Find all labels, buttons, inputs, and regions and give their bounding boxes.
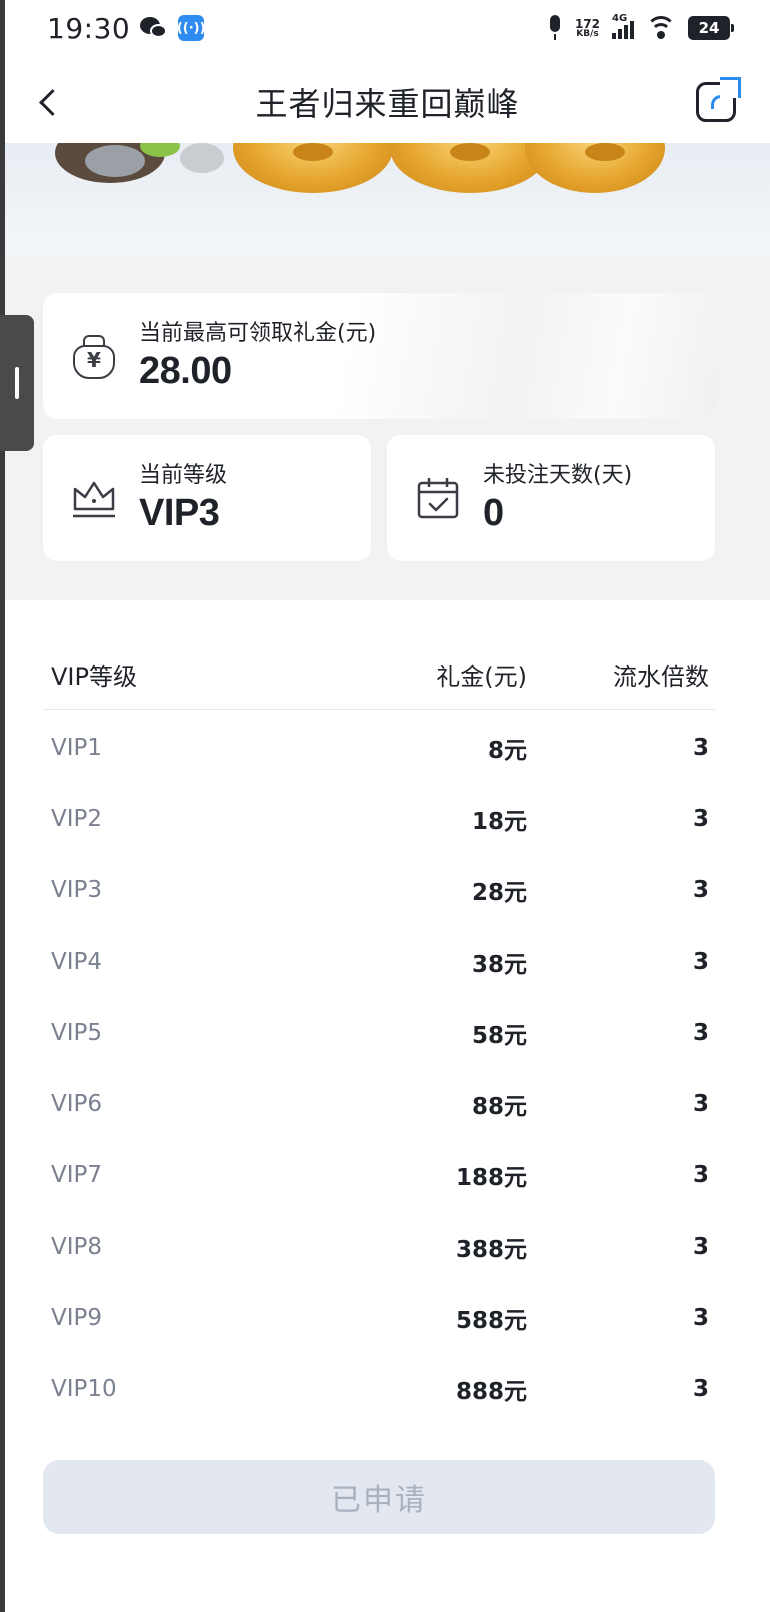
table-row: VIP2 18元 3 xyxy=(43,783,715,854)
gift-amount-cell: 388元 xyxy=(455,1236,527,1263)
cellular-signal-icon: 4G xyxy=(612,13,634,39)
inactive-days-value: 0 xyxy=(483,492,504,534)
vip-level-cell: VIP3 xyxy=(51,877,103,904)
banner-decoration xyxy=(85,145,145,177)
network-type: 4G xyxy=(612,13,628,24)
max-gift-info: 当前最高可领取礼金(元) 28.00 xyxy=(139,319,376,393)
inactive-days-card: 未投注天数(天) 0 xyxy=(387,435,715,561)
microphone-icon xyxy=(547,15,563,41)
multiplier-cell: 3 xyxy=(692,805,709,832)
gift-amount-cell: 38元 xyxy=(471,951,527,978)
multiplier-cell: 3 xyxy=(692,1162,709,1189)
vip-level-cell: VIP10 xyxy=(51,1376,117,1403)
multiplier-cell: 3 xyxy=(692,1019,709,1046)
current-level-label: 当前等级 xyxy=(139,463,228,488)
status-bar: 19:30 ((·)) 172 KB/s 4G 24 xyxy=(5,0,770,56)
battery-icon: 24 xyxy=(688,16,734,40)
wechat-icon xyxy=(140,16,168,40)
table-body: VIP1 8元 3 VIP2 18元 3 VIP3 28元 3 VIP4 38元… xyxy=(43,712,715,1425)
status-time: 19:30 xyxy=(47,11,131,45)
inactive-days-label: 未投注天数(天) xyxy=(483,463,633,488)
vip-level-cell: VIP8 xyxy=(51,1233,103,1260)
summary-section: ¥ 当前最高可领取礼金(元) 28.00 当前等级 VIP3 未投注天数(天) … xyxy=(5,255,770,600)
gift-amount-cell: 888元 xyxy=(455,1379,527,1406)
status-left: 19:30 ((·)) xyxy=(47,11,206,45)
multiplier-cell: 3 xyxy=(692,1305,709,1332)
multiplier-cell: 3 xyxy=(692,948,709,975)
gift-amount-cell: 28元 xyxy=(471,880,527,907)
vip-level-cell: VIP1 xyxy=(51,734,103,761)
column-header-level: VIP等级 xyxy=(51,663,137,691)
banner-decoration xyxy=(180,143,224,173)
promo-banner-image xyxy=(5,143,770,255)
app-screen: 19:30 ((·)) 172 KB/s 4G 24 王者归来重回巅峰 ¥ 当前… xyxy=(5,0,770,1612)
gift-amount-cell: 588元 xyxy=(455,1308,527,1335)
current-level-card: 当前等级 VIP3 xyxy=(43,435,371,561)
gold-coin-image xyxy=(525,143,665,193)
multiplier-cell: 3 xyxy=(692,1233,709,1260)
battery-level: 24 xyxy=(698,19,720,37)
max-gift-card: ¥ 当前最高可领取礼金(元) 28.00 xyxy=(43,293,715,419)
table-header: VIP等级 礼金(元) 流水倍数 xyxy=(43,640,715,710)
table-row: VIP1 8元 3 xyxy=(43,712,715,783)
share-icon[interactable] xyxy=(696,77,741,122)
gift-amount-cell: 8元 xyxy=(487,737,527,764)
gift-amount-cell: 88元 xyxy=(471,1094,527,1121)
vip-table: VIP等级 礼金(元) 流水倍数 VIP1 8元 3 VIP2 18元 3 VI… xyxy=(5,600,770,1430)
vip-level-cell: VIP5 xyxy=(51,1019,103,1046)
network-speed-value: 172 xyxy=(574,16,600,31)
status-right: 172 KB/s 4G 24 xyxy=(547,13,734,41)
wifi-icon xyxy=(646,16,676,40)
current-level-value: VIP3 xyxy=(139,492,220,534)
max-gift-value: 28.00 xyxy=(139,350,232,392)
money-bag-icon: ¥ xyxy=(71,333,117,379)
column-header-multiplier: 流水倍数 xyxy=(613,663,709,691)
multiplier-cell: 3 xyxy=(692,877,709,904)
current-level-info: 当前等级 VIP3 xyxy=(139,461,227,535)
multiplier-cell: 3 xyxy=(692,1376,709,1403)
network-speed: 172 KB/s xyxy=(575,18,600,39)
table-row: VIP10 888元 3 xyxy=(43,1354,715,1425)
column-header-gift: 礼金(元) xyxy=(436,663,527,691)
gift-amount-cell: 58元 xyxy=(471,1022,527,1049)
page-title: 王者归来重回巅峰 xyxy=(255,85,520,123)
side-drawer-handle[interactable] xyxy=(0,315,34,451)
table-row: VIP3 28元 3 xyxy=(43,855,715,926)
table-row: VIP9 588元 3 xyxy=(43,1282,715,1353)
table-row: VIP5 58元 3 xyxy=(43,997,715,1068)
table-row: VIP4 38元 3 xyxy=(43,926,715,997)
vip-level-cell: VIP4 xyxy=(51,948,103,975)
vip-level-cell: VIP2 xyxy=(51,805,103,832)
table-row: VIP7 188元 3 xyxy=(43,1140,715,1211)
multiplier-cell: 3 xyxy=(692,1091,709,1118)
multiplier-cell: 3 xyxy=(692,734,709,761)
calendar-check-icon xyxy=(415,475,461,521)
inactive-days-info: 未投注天数(天) 0 xyxy=(483,461,632,535)
gold-coin-image xyxy=(233,143,393,193)
gift-amount-cell: 188元 xyxy=(455,1165,527,1192)
back-arrow-icon[interactable] xyxy=(35,87,65,117)
gift-amount-cell: 18元 xyxy=(471,808,527,835)
vip-level-cell: VIP7 xyxy=(51,1162,103,1189)
network-speed-unit: KB/s xyxy=(576,28,599,39)
vip-level-cell: VIP6 xyxy=(51,1091,103,1118)
table-row: VIP8 388元 3 xyxy=(43,1211,715,1282)
vip-level-cell: VIP9 xyxy=(51,1305,103,1332)
applied-button[interactable]: 已申请 xyxy=(43,1460,715,1534)
max-gift-label: 当前最高可领取礼金(元) xyxy=(139,321,377,346)
crown-icon xyxy=(71,475,117,521)
hotspot-icon: ((·)) xyxy=(177,15,206,41)
nav-header: 王者归来重回巅峰 xyxy=(5,62,770,142)
table-row: VIP6 88元 3 xyxy=(43,1068,715,1139)
